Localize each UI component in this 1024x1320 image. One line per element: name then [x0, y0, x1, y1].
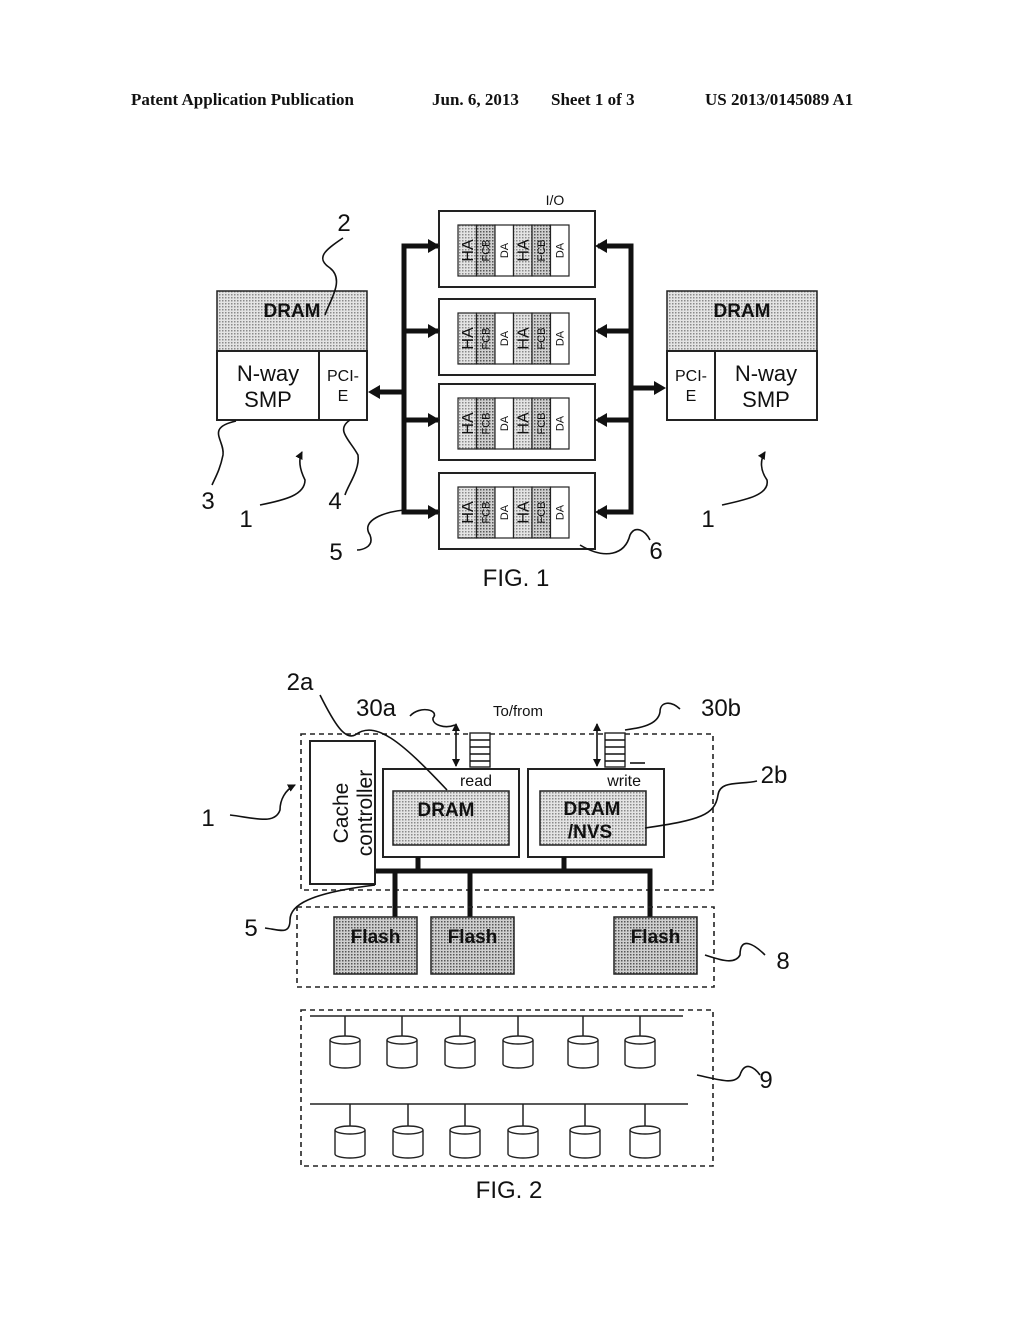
io-label: I/O: [546, 192, 565, 208]
adapter-label: HA: [515, 327, 532, 350]
right-pci-line2: E: [686, 388, 697, 405]
ref-8: 8: [776, 948, 789, 975]
ref-5-fig2: 5: [244, 915, 257, 942]
flash-label: Flash: [448, 927, 498, 948]
io-drawers: HA FCB DA HA FCB DAHA FCB DA HA FCB DAHA FCB DA HA FCB…: [438, 210, 596, 550]
ref-5: 5: [329, 539, 342, 566]
adapter-label: FCB: [536, 502, 548, 524]
disk-drive-icon: [569, 1104, 601, 1159]
adapter-label: HA: [460, 327, 477, 350]
fig1-caption: FIG. 1: [483, 565, 550, 592]
adapter-label: FCB: [481, 240, 493, 262]
ref-2: 2: [337, 210, 350, 237]
ref-30b: 30b: [701, 695, 741, 722]
fig2: Cache controller read DRAM write DRAM /N…: [201, 669, 789, 1204]
ref-3: 3: [201, 488, 214, 515]
adapter-label: HA: [460, 239, 477, 262]
adapter-label: DA: [499, 330, 511, 346]
disk-drive-icon: [629, 1104, 661, 1159]
adapter-label: DA: [555, 242, 567, 258]
io-drawer: HA FCB DA HA FCB DA: [438, 210, 596, 288]
flash-label: Flash: [631, 927, 681, 948]
adapter-label: DA: [499, 504, 511, 520]
right-pcie-bus: [595, 239, 666, 519]
right-node: DRAM PCI- E N-way SMP: [666, 290, 818, 421]
disk-drive-icon: [392, 1104, 424, 1159]
disk-drive-icon: [329, 1016, 361, 1069]
read-label: read: [460, 773, 492, 790]
ref-2b: 2b: [761, 762, 788, 789]
disk-drive-icon: [624, 1016, 656, 1069]
adapter-label: DA: [499, 242, 511, 258]
left-pci-line2: E: [338, 388, 349, 405]
disk-array: [310, 1015, 688, 1159]
ref-4: 4: [328, 488, 341, 515]
left-node: DRAM N-way SMP PCI- E: [216, 290, 368, 421]
disk-drive-icon: [334, 1104, 366, 1159]
io-drawer: HA FCB DA HA FCB DA: [438, 383, 596, 461]
flash-label: Flash: [351, 927, 401, 948]
left-dram-label: DRAM: [264, 301, 321, 322]
adapter-label: HA: [515, 239, 532, 262]
disk-drive-icon: [386, 1016, 418, 1069]
fig2-caption: FIG. 2: [476, 1177, 543, 1204]
write-dram-line2: /NVS: [568, 822, 612, 843]
cache-controller-line2: controller: [354, 770, 377, 856]
io-drawer: HA FCB DA HA FCB DA: [438, 472, 596, 550]
write-label: write: [606, 773, 641, 790]
disk-drive-icon: [567, 1016, 599, 1069]
disk-drive-icon: [502, 1016, 534, 1069]
ref-1: 1: [201, 805, 214, 832]
left-pcie-bus: [368, 239, 440, 519]
adapter-label: FCB: [536, 413, 548, 435]
read-queue: [452, 723, 491, 768]
cache-controller-line1: Cache: [330, 783, 353, 844]
adapter-label: HA: [460, 412, 477, 435]
adapter-label: DA: [555, 504, 567, 520]
to-from-label: To/from: [493, 703, 543, 720]
adapter-label: FCB: [481, 413, 493, 435]
patent-drawing: DRAM N-way SMP PCI- E DRAM PCI- E N-way …: [201, 192, 818, 1204]
disk-drive-icon: [444, 1016, 476, 1069]
adapter-label: FCB: [536, 328, 548, 350]
adapter-label: HA: [460, 501, 477, 524]
flash-bus: [376, 857, 653, 917]
read-dram-label: DRAM: [418, 800, 475, 821]
adapter-label: HA: [515, 412, 532, 435]
ref-9: 9: [759, 1067, 772, 1094]
adapter-label: DA: [499, 415, 511, 431]
ref-30a: 30a: [356, 695, 397, 722]
left-smp-line2: SMP: [244, 387, 292, 412]
fig1: DRAM N-way SMP PCI- E DRAM PCI- E N-way …: [201, 192, 818, 592]
flash-modules: Flash Flash Flash: [333, 916, 698, 975]
write-queue: [593, 723, 645, 768]
right-smp-line2: SMP: [742, 387, 790, 412]
ref-1-right: 1: [701, 506, 714, 533]
disk-drive-icon: [449, 1104, 481, 1159]
ref-1-left: 1: [239, 506, 252, 533]
ref-2a: 2a: [287, 669, 314, 696]
adapter-label: FCB: [536, 240, 548, 262]
ref-6: 6: [649, 538, 662, 565]
adapter-label: FCB: [481, 502, 493, 524]
adapter-label: DA: [555, 415, 567, 431]
left-smp-line1: N-way: [237, 361, 299, 386]
right-dram-label: DRAM: [714, 301, 771, 322]
adapter-label: DA: [555, 330, 567, 346]
right-pci-line1: PCI-: [675, 368, 707, 385]
left-pci-line1: PCI-: [327, 368, 359, 385]
io-drawer: HA FCB DA HA FCB DA: [438, 298, 596, 376]
adapter-label: HA: [515, 501, 532, 524]
adapter-label: FCB: [481, 328, 493, 350]
write-dram-line1: DRAM: [564, 799, 621, 820]
right-smp-line1: N-way: [735, 361, 797, 386]
disk-drive-icon: [507, 1104, 539, 1159]
